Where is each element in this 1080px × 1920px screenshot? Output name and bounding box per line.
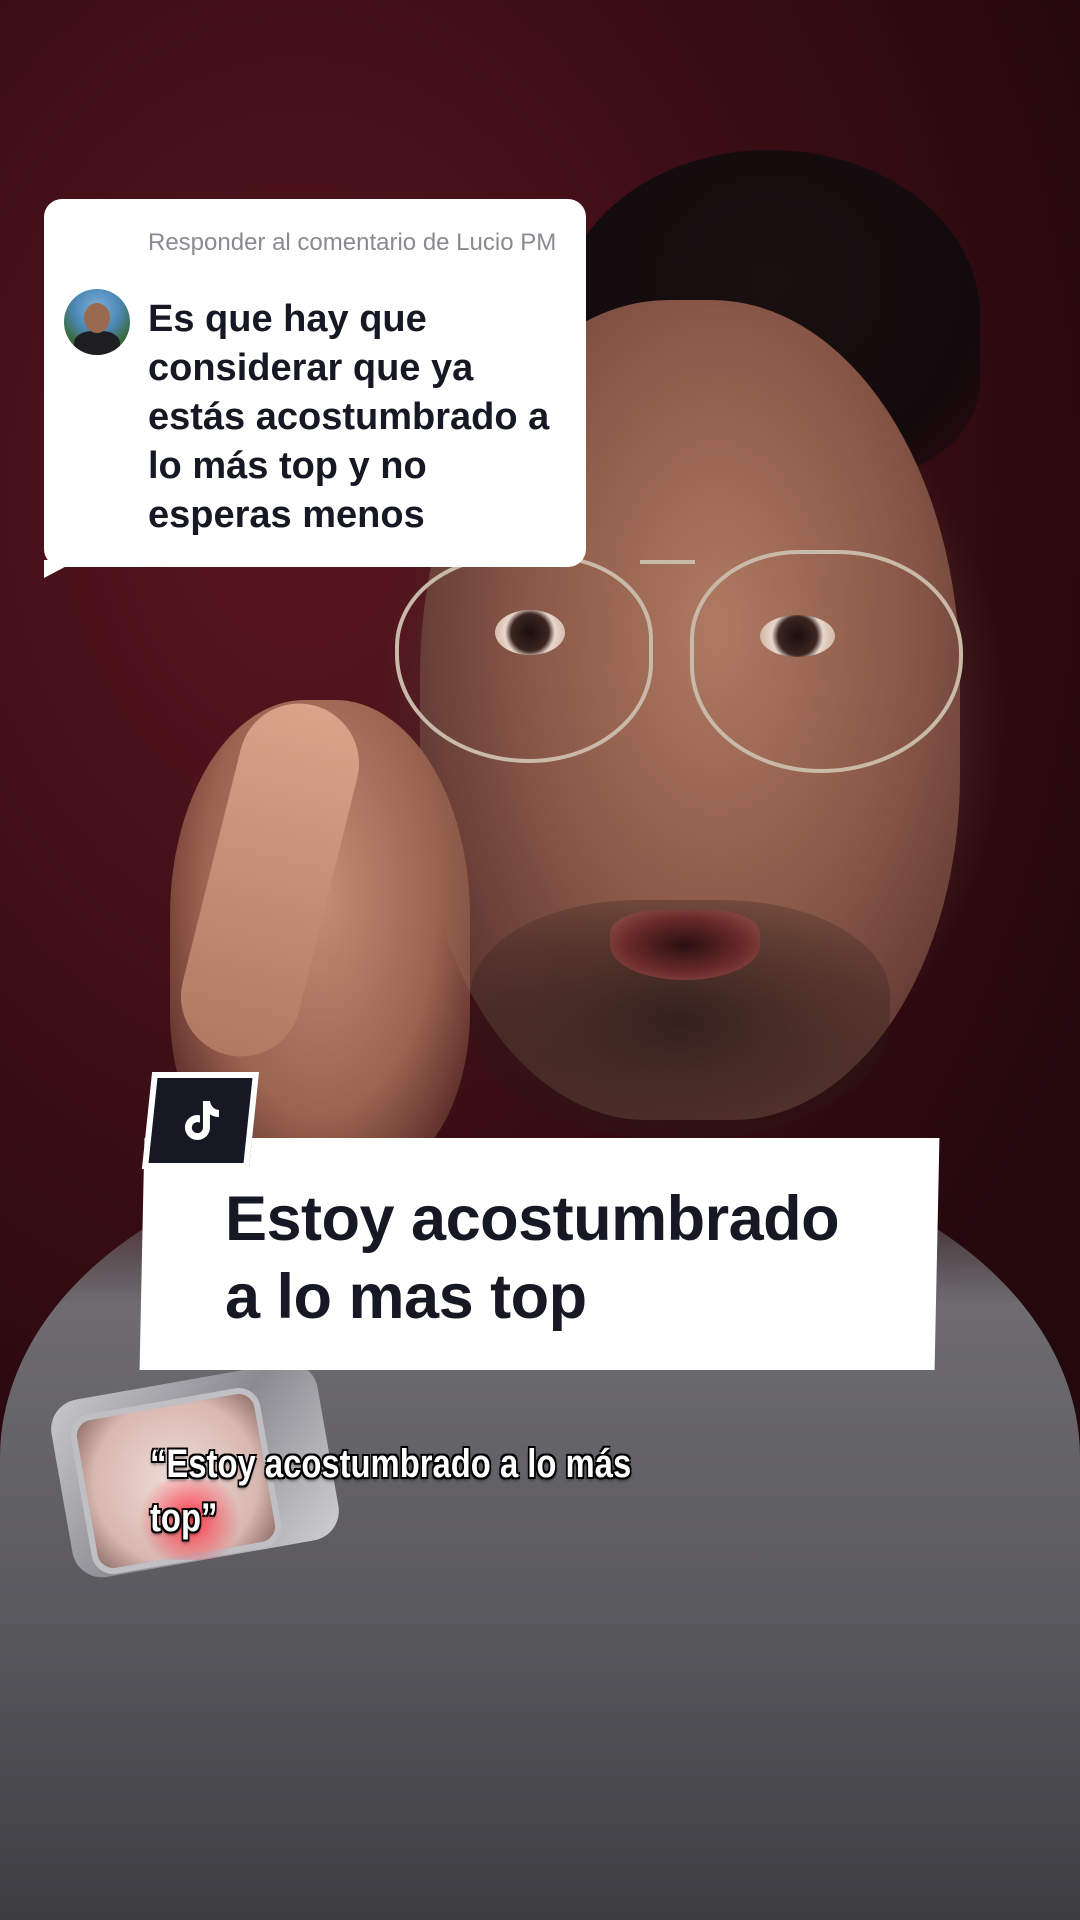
caption-line-1: “Estoy acostumbrado a lo más: [150, 1442, 632, 1486]
caption-line-2: top”: [150, 1496, 218, 1540]
reply-bubble-tail: [44, 560, 78, 578]
title-line-1: Estoy acostumbrado: [225, 1184, 840, 1254]
glasses-bridge: [640, 560, 695, 564]
reply-header-label: Responder al comentario de Lucio PM: [148, 229, 557, 256]
commenter-avatar: [64, 289, 130, 355]
person-mouth: [610, 910, 760, 980]
tiktok-logo-badge: [141, 1072, 260, 1169]
title-line-2: a lo mas top: [225, 1262, 587, 1332]
title-sticker-text: Estoy acostumbrado a lo mas top: [225, 1180, 925, 1336]
reply-comment-text: Es que hay que considerar que ya estás a…: [148, 298, 550, 536]
video-frame[interactable]: Responder al comentario de Lucio PM Es q…: [0, 0, 1080, 1920]
tiktok-logo-icon: [184, 1100, 219, 1140]
reply-comment-bubble[interactable]: Responder al comentario de Lucio PM Es q…: [44, 199, 586, 567]
video-caption: “Estoy acostumbrado a lo más top”: [150, 1437, 740, 1545]
